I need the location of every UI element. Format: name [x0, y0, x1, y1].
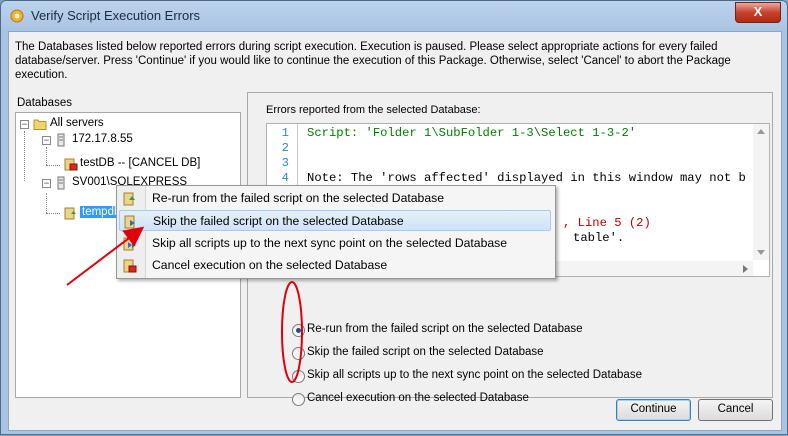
server-icon	[57, 176, 65, 190]
code-line-script: Script: 'Folder 1\SubFolder 1-3\Select 1…	[307, 126, 637, 140]
collapse-toggle[interactable]: −	[20, 120, 29, 129]
rerun-icon	[123, 192, 135, 206]
menu-item-skip-failed-label[interactable]: Skip the failed script on the selected D…	[153, 214, 404, 228]
scroll-right-icon[interactable]	[743, 265, 749, 273]
collapse-toggle[interactable]: −	[42, 136, 51, 145]
line-number: 1	[281, 126, 289, 140]
cancel-button[interactable]: Cancel	[698, 399, 773, 421]
scroll-up-icon[interactable]	[757, 128, 765, 134]
line-number: 4	[281, 171, 289, 185]
code-line-table: table'.	[573, 231, 625, 245]
radio-cancel-execution[interactable]	[292, 393, 305, 406]
radio-skip-to-sync[interactable]	[292, 370, 305, 383]
menu-item-cancel-execution-label[interactable]: Cancel execution on the selected Databas…	[152, 258, 387, 272]
tree-connector	[46, 165, 60, 166]
menu-item-skip-to-sync[interactable]: Skip all scripts up to the next sync poi…	[119, 233, 551, 254]
tree-connector	[46, 213, 60, 214]
tree-server-1[interactable]: 172.17.8.55	[72, 133, 133, 145]
tree-connector	[24, 131, 25, 181]
collapse-toggle[interactable]: −	[42, 179, 51, 188]
context-menu: Re-run from the failed script on the sel…	[116, 185, 556, 279]
menu-item-rerun[interactable]: Re-run from the failed script on the sel…	[119, 188, 551, 209]
line-number: 2	[281, 141, 289, 155]
databases-label: Databases	[17, 97, 72, 109]
cancel-db-icon	[123, 259, 137, 273]
option-rerun-label[interactable]: Re-run from the failed script on the sel…	[307, 323, 583, 335]
menu-item-cancel-execution[interactable]: Cancel execution on the selected Databas…	[119, 255, 551, 276]
skip-icon	[124, 215, 135, 229]
folder-icon	[33, 119, 47, 130]
continue-button[interactable]: Continue	[616, 399, 691, 421]
tree-connector	[46, 147, 47, 165]
tree-root-all-servers[interactable]: All servers	[50, 117, 104, 129]
menu-item-skip-failed[interactable]: Skip the failed script on the selected D…	[119, 210, 551, 231]
vertical-scrollbar[interactable]	[753, 124, 769, 260]
database-rerun-icon	[64, 207, 76, 220]
database-cancel-icon	[64, 158, 78, 171]
window-title: Verify Script Execution Errors	[31, 8, 201, 23]
errors-label: Errors reported from the selected Databa…	[266, 104, 481, 116]
option-skip-to-sync-label[interactable]: Skip all scripts up to the next sync poi…	[307, 369, 642, 381]
line-number: 3	[281, 156, 289, 170]
code-line-note: Note: The 'rows affected' displayed in t…	[307, 171, 746, 185]
title-bar[interactable]: Verify Script Execution Errors X	[1, 1, 787, 31]
menu-item-skip-to-sync-label[interactable]: Skip all scripts up to the next sync poi…	[152, 236, 507, 250]
option-cancel-execution-label[interactable]: Cancel execution on the selected Databas…	[307, 392, 529, 404]
instructions-text: The Databases listed below reported erro…	[15, 41, 731, 81]
tree-db-testdb[interactable]: testDB -- [CANCEL DB]	[80, 157, 200, 169]
app-gear-icon	[10, 9, 24, 23]
close-button[interactable]: X	[735, 2, 781, 23]
dialog-window: Verify Script Execution Errors X The Dat…	[0, 0, 788, 435]
menu-item-rerun-label[interactable]: Re-run from the failed script on the sel…	[152, 191, 444, 205]
skip-all-icon	[123, 237, 136, 251]
option-skip-failed-label[interactable]: Skip the failed script on the selected D…	[307, 346, 544, 358]
radio-rerun[interactable]	[292, 324, 305, 337]
tree-connector	[46, 193, 47, 213]
code-line-error-location: , Line 5 (2)	[563, 216, 651, 230]
scroll-down-icon[interactable]	[757, 250, 765, 256]
server-icon	[57, 133, 65, 147]
radio-skip-failed[interactable]	[292, 347, 305, 360]
